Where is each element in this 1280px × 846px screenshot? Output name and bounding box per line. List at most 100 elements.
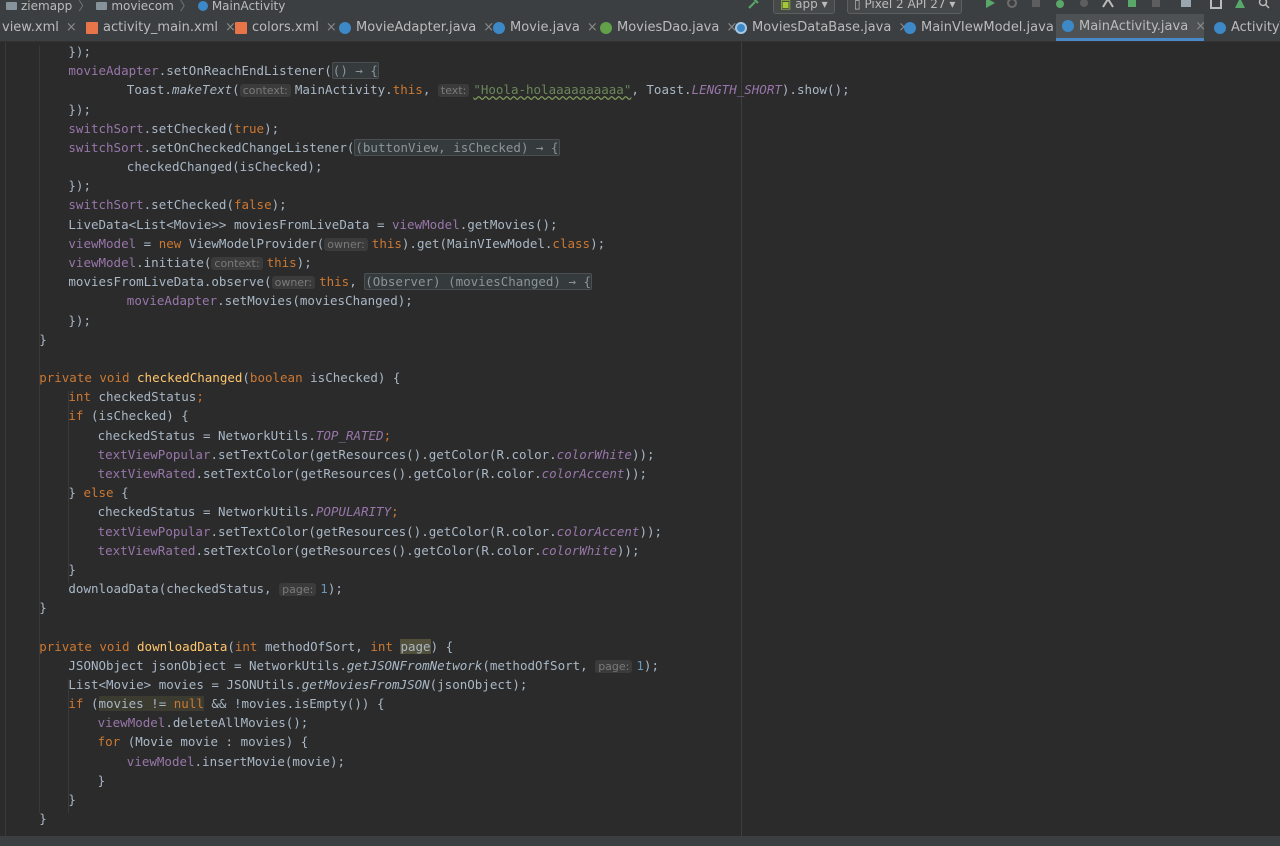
code-token: .setChecked( bbox=[143, 197, 234, 213]
code-line[interactable]: private void checkedChanged(boolean isCh… bbox=[39, 368, 400, 387]
run-config-selector[interactable]: ▣ app ▾ bbox=[773, 0, 835, 14]
code-token: } bbox=[39, 811, 47, 827]
code-line[interactable]: switchSort.setOnCheckedChangeListener((b… bbox=[68, 138, 560, 157]
code-line[interactable]: }); bbox=[68, 176, 91, 195]
code-token: = bbox=[136, 235, 159, 251]
profile-icon[interactable] bbox=[1078, 0, 1090, 9]
tab-colors-xml[interactable]: colors.xml × bbox=[229, 14, 337, 41]
code-line[interactable]: textViewPopular.setTextColor(getResource… bbox=[98, 445, 655, 464]
code-token: }); bbox=[68, 44, 91, 59]
code-line[interactable]: } else { bbox=[68, 483, 128, 502]
code-token: .deleteAllMovies(); bbox=[165, 715, 309, 731]
code-token: (jsonObject); bbox=[429, 676, 528, 692]
breadcrumb-class[interactable]: MainActivity bbox=[212, 0, 286, 13]
code-line[interactable]: checkedStatus = NetworkUtils.POPULARITY; bbox=[98, 502, 399, 521]
code-line[interactable]: } bbox=[39, 330, 47, 349]
tab-movie-java[interactable]: Movie.java × bbox=[487, 14, 598, 41]
tab-label: MainVIewModel.java bbox=[921, 20, 1054, 35]
code-line[interactable]: List<Movie> movies = JSONUtils.getMovies… bbox=[68, 675, 527, 694]
code-token: colorAccent bbox=[556, 523, 640, 539]
code-token: (methodOfSort, bbox=[482, 657, 596, 673]
horizontal-scrollbar[interactable] bbox=[0, 836, 1280, 846]
code-line[interactable]: if (movies != null && !movies.isEmpty())… bbox=[68, 694, 385, 713]
code-token: .setMovies(moviesChanged); bbox=[217, 293, 413, 309]
code-line[interactable]: } bbox=[68, 560, 76, 579]
search-everywhere-icon[interactable] bbox=[1258, 0, 1270, 9]
code-line[interactable]: moviesFromLiveData.observe(owner: this, (… bbox=[68, 272, 593, 291]
code-line[interactable]: movieAdapter.setMovies(moviesChanged); bbox=[127, 291, 413, 310]
code-line[interactable]: } bbox=[39, 809, 47, 828]
code-line[interactable]: textViewRated.setTextColor(getResources(… bbox=[98, 541, 640, 560]
code-token: for bbox=[97, 734, 128, 750]
code-line[interactable]: viewModel.initiate(context: this); bbox=[68, 253, 312, 272]
tab-view-xml[interactable]: view.xml × bbox=[0, 14, 77, 41]
tab-activity-main-xml[interactable]: activity_main.xml × bbox=[80, 14, 236, 41]
close-tab-icon[interactable]: × bbox=[1195, 19, 1206, 34]
code-line[interactable]: movieAdapter.setOnReachEndListener(() → … bbox=[68, 61, 379, 80]
code-line[interactable]: } bbox=[98, 771, 106, 790]
code-line[interactable]: switchSort.setChecked(false); bbox=[68, 195, 286, 214]
code-line[interactable]: int checkedStatus; bbox=[68, 387, 203, 406]
layout-inspector-icon[interactable] bbox=[1210, 0, 1222, 9]
apply-code-icon[interactable] bbox=[1030, 0, 1042, 9]
attach-debugger-icon[interactable] bbox=[1102, 0, 1114, 9]
code-token: } bbox=[97, 772, 106, 788]
class-icon bbox=[197, 0, 208, 11]
close-tab-icon[interactable]: × bbox=[66, 20, 77, 35]
breadcrumb-separator: 〉 bbox=[78, 0, 91, 13]
sync-icon[interactable] bbox=[1126, 0, 1138, 9]
code-token: () → { bbox=[331, 62, 379, 80]
code-line[interactable]: switchSort.setChecked(true); bbox=[68, 119, 279, 138]
code-line[interactable]: LiveData<List<Movie>> moviesFromLiveData… bbox=[68, 215, 557, 234]
run-icon[interactable] bbox=[984, 0, 996, 9]
apply-changes-icon[interactable] bbox=[1006, 0, 1018, 9]
device-selector[interactable]: ▯ Pixel 2 API 27 ▾ bbox=[847, 0, 963, 14]
debug-icon[interactable] bbox=[1054, 0, 1066, 9]
parameter-hint: context: bbox=[239, 84, 291, 98]
code-line[interactable]: textViewPopular.setTextColor(getResource… bbox=[98, 522, 662, 541]
code-line[interactable]: checkedChanged(isChecked); bbox=[127, 157, 323, 176]
code-token: downloadData bbox=[137, 638, 228, 654]
avd-manager-icon[interactable] bbox=[1180, 0, 1192, 9]
code-token: Toast. bbox=[126, 82, 172, 98]
breadcrumb-package[interactable]: moviecom bbox=[111, 0, 173, 13]
code-line[interactable]: private void downloadData(int methodOfSo… bbox=[39, 637, 453, 656]
code-line[interactable]: textViewRated.setTextColor(getResources(… bbox=[98, 464, 647, 483]
code-line[interactable]: }); bbox=[68, 100, 91, 119]
tab-moviesdao-java[interactable]: MoviesDao.java × bbox=[594, 14, 737, 41]
code-line[interactable]: }); bbox=[68, 42, 91, 61]
tab-movieadapter-java[interactable]: MovieAdapter.java × bbox=[333, 14, 494, 41]
tab-activityt[interactable]: ActivityT bbox=[1208, 14, 1280, 41]
code-token: { bbox=[121, 485, 129, 501]
tab-mainviewmodel-java[interactable]: MainVIewModel.java× bbox=[898, 14, 1072, 41]
code-line[interactable]: if (isChecked) { bbox=[68, 406, 188, 425]
tab-moviesdatabase-java[interactable]: MoviesDataBase.java× bbox=[729, 14, 909, 41]
code-line[interactable]: viewModel.insertMovie(movie); bbox=[127, 752, 345, 771]
hammer-icon[interactable] bbox=[748, 0, 760, 9]
code-token: , Toast. bbox=[631, 82, 692, 98]
code-token: isChecked) { bbox=[310, 370, 401, 386]
code-line[interactable]: } bbox=[39, 598, 47, 617]
code-line[interactable]: } bbox=[68, 790, 76, 809]
run-config-label: app bbox=[795, 0, 818, 11]
code-line[interactable]: Toast.makeText(context: MainActivity.this… bbox=[127, 80, 850, 99]
tab-label: Movie.java bbox=[510, 20, 580, 35]
code-line[interactable]: viewModel = new ViewModelProvider(owner:… bbox=[68, 234, 605, 253]
stop-icon[interactable] bbox=[1150, 0, 1162, 9]
code-line[interactable]: downloadData(checkedStatus, page: 1); bbox=[68, 579, 343, 598]
code-line[interactable]: checkedStatus = NetworkUtils.TOP_RATED; bbox=[98, 426, 392, 445]
code-token: }); bbox=[68, 312, 91, 328]
parameter-hint: owner: bbox=[324, 237, 368, 251]
sdk-manager-icon[interactable] bbox=[1234, 0, 1246, 9]
code-line[interactable]: }); bbox=[68, 311, 91, 330]
tab-mainactivity-java[interactable]: MainActivity.java × bbox=[1056, 14, 1206, 41]
code-token: viewModel bbox=[68, 235, 137, 251]
code-line[interactable]: JSONObject jsonObject = NetworkUtils.get… bbox=[68, 656, 659, 675]
tab-label: activity_main.xml bbox=[103, 20, 219, 35]
breadcrumb-project[interactable]: ziemapp bbox=[21, 0, 72, 13]
code-token: .setChecked( bbox=[143, 120, 234, 136]
code-line[interactable]: for (Movie movie : movies) { bbox=[98, 732, 309, 751]
code-line[interactable]: viewModel.deleteAllMovies(); bbox=[98, 713, 309, 732]
code-token: } bbox=[68, 561, 76, 577]
code-editor[interactable]: }); movieAdapter.setOnReachEndListener(()… bbox=[0, 42, 1280, 836]
